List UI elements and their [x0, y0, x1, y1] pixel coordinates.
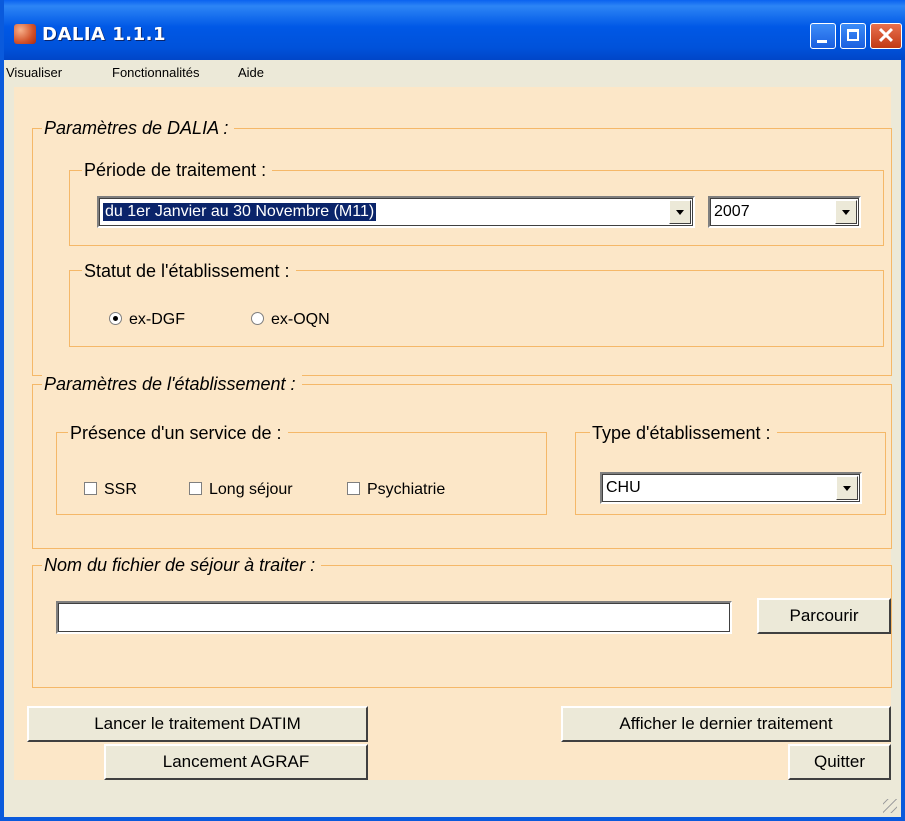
radio-ex-oqn[interactable]: ex-OQN	[251, 311, 330, 329]
maximize-button[interactable]	[840, 23, 866, 49]
radio-checked-icon	[109, 312, 122, 325]
status-bar	[4, 780, 901, 817]
checkbox-icon	[84, 482, 97, 495]
browse-button[interactable]: Parcourir	[757, 598, 891, 634]
menu-visualiser[interactable]: Visualiser	[6, 65, 62, 80]
resize-grip-icon[interactable]	[883, 799, 897, 813]
services-group	[56, 432, 547, 515]
type-selected-value: CHU	[606, 479, 641, 496]
title-bar[interactable]: DALIA 1.1.1 ✕	[4, 0, 905, 60]
checkbox-icon	[189, 482, 202, 495]
menu-aide[interactable]: Aide	[238, 65, 264, 80]
checkbox-icon	[347, 482, 360, 495]
minimize-icon	[817, 40, 827, 43]
period-legend: Période de traitement :	[82, 160, 273, 180]
checkbox-ssr[interactable]: SSR	[84, 481, 137, 499]
establishment-params-legend: Paramètres de l'établissement :	[42, 374, 302, 394]
close-icon: ✕	[876, 23, 896, 48]
menu-bar: Visualiser Fonctionnalités Aide	[4, 60, 901, 86]
checkbox-ssr-label: SSR	[104, 481, 137, 498]
year-select[interactable]: 2007	[708, 196, 861, 228]
type-select[interactable]: CHU	[600, 472, 862, 504]
maximize-icon	[847, 29, 859, 41]
chevron-down-icon[interactable]	[836, 476, 858, 500]
status-legend: Statut de l'établissement :	[82, 261, 296, 281]
launch-agraf-button[interactable]: Lancement AGRAF	[104, 744, 368, 780]
window-title: DALIA 1.1.1	[42, 24, 166, 45]
period-selected-value: du 1er Janvier au 30 Novembre (M11)	[103, 203, 377, 221]
checkbox-long-sejour[interactable]: Long séjour	[189, 481, 293, 499]
radio-ex-dgf[interactable]: ex-DGF	[109, 311, 185, 329]
year-selected-value: 2007	[714, 203, 750, 220]
quit-button[interactable]: Quitter	[788, 744, 891, 780]
launch-datim-button[interactable]: Lancer le traitement DATIM	[27, 706, 368, 742]
radio-unchecked-icon	[251, 312, 264, 325]
radio-ex-oqn-label: ex-OQN	[271, 311, 330, 328]
chevron-down-icon[interactable]	[669, 200, 691, 224]
app-window: DALIA 1.1.1 ✕ Visualiser Fonctionnalités…	[0, 0, 905, 821]
minimize-button[interactable]	[810, 23, 836, 49]
show-last-treatment-button[interactable]: Afficher le dernier traitement	[561, 706, 891, 742]
dalia-params-legend: Paramètres de DALIA :	[42, 118, 235, 138]
checkbox-long-sejour-label: Long séjour	[209, 481, 293, 498]
type-legend: Type d'établissement :	[590, 423, 777, 443]
status-group	[69, 270, 884, 347]
file-legend: Nom du fichier de séjour à traiter :	[42, 555, 322, 575]
radio-ex-dgf-label: ex-DGF	[129, 311, 185, 328]
main-panel: Paramètres de DALIA : Période de traitem…	[14, 87, 892, 780]
checkbox-psychiatrie-label: Psychiatrie	[367, 481, 446, 498]
close-button[interactable]: ✕	[870, 23, 902, 49]
checkbox-psychiatrie[interactable]: Psychiatrie	[347, 481, 445, 499]
chevron-down-icon[interactable]	[835, 200, 857, 224]
period-select[interactable]: du 1er Janvier au 30 Novembre (M11)	[97, 196, 695, 228]
menu-fonctionnalites[interactable]: Fonctionnalités	[112, 65, 199, 80]
app-icon	[14, 24, 36, 44]
file-path-input[interactable]	[56, 601, 732, 634]
services-legend: Présence d'un service de :	[68, 423, 288, 443]
